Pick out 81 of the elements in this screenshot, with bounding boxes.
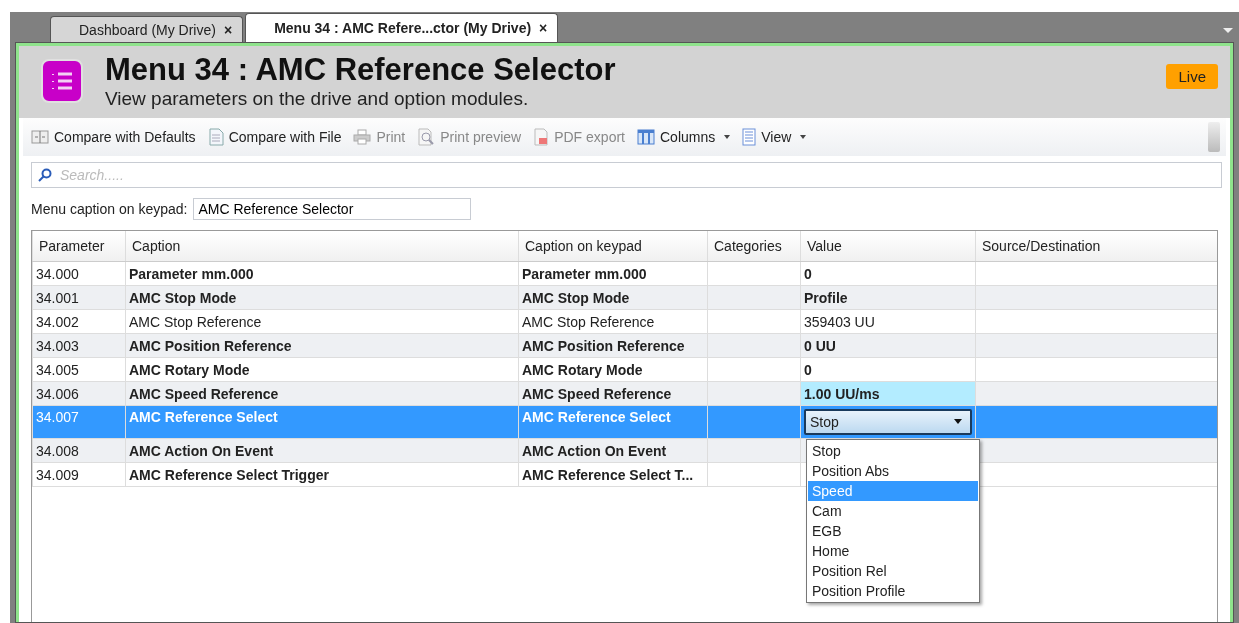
dropdown-option[interactable]: Stop: [808, 440, 978, 461]
page-subtitle: View parameters on the drive and option modules.: [105, 88, 530, 110]
dropdown-option[interactable]: Cam: [808, 500, 978, 521]
column-header[interactable]: Caption: [125, 231, 518, 261]
table-row[interactable]: 34.006 AMC Speed Reference AMC Speed Reference 1.00 UU/ms: [32, 382, 1217, 406]
pdf-file-icon: [533, 128, 550, 146]
table-cell: Parameter mm.000: [522, 265, 647, 282]
table-cell: AMC Reference Select Trigger: [129, 466, 329, 483]
column-header[interactable]: Caption on keypad: [518, 231, 707, 261]
column-header[interactable]: Categories: [707, 231, 800, 261]
table-cell: 34.001: [36, 289, 79, 306]
close-icon[interactable]: ×: [223, 21, 233, 38]
table-cell: AMC Action On Event: [129, 442, 274, 459]
table-cell: Profile: [804, 289, 848, 306]
table-cell: Parameter mm.000: [129, 265, 254, 282]
table-row[interactable]: 34.003 AMC Position Reference AMC Position Reference 0 UU: [32, 334, 1217, 358]
table-cell: 34.008: [36, 442, 79, 459]
column-header[interactable]: Value: [800, 231, 975, 261]
table-cell: AMC Stop Mode: [129, 289, 237, 306]
table-cell: 34.006: [36, 385, 79, 402]
dropdown-option[interactable]: Position Rel: [808, 560, 978, 581]
column-header[interactable]: Source/Destination: [975, 231, 1217, 261]
table-cell: AMC Stop Mode: [522, 289, 630, 306]
caret-icon: [800, 135, 807, 139]
page-title: Menu 34 : AMC Reference Selector: [105, 52, 617, 88]
caret-icon: [954, 419, 962, 424]
list-view-icon: [742, 128, 757, 146]
toolbar-button[interactable]: View: [740, 126, 809, 148]
document-icon: [207, 128, 224, 146]
table-cell: AMC Stop Reference: [129, 313, 262, 330]
live-badge: Live: [1166, 64, 1218, 89]
compare-icon: [31, 130, 49, 144]
search-icon: [38, 168, 52, 182]
table-cell: 34.007: [36, 409, 79, 425]
table-cell: 0: [804, 361, 812, 378]
dropdown-option[interactable]: Position Abs: [808, 460, 978, 481]
value-editor[interactable]: 1.00 UU/ms: [801, 382, 975, 405]
dropdown-option[interactable]: Home: [808, 540, 978, 561]
table-cell: AMC Reference Select T...: [522, 466, 694, 483]
toolbar-button[interactable]: Compare with Defaults: [29, 127, 198, 147]
caret-icon[interactable]: [1223, 28, 1233, 33]
close-icon[interactable]: ×: [539, 20, 548, 36]
toolbar-button[interactable]: Columns: [635, 127, 733, 147]
search-input[interactable]: Search.....: [58, 166, 1215, 184]
dropdown-option[interactable]: EGB: [808, 520, 978, 541]
table-row[interactable]: 34.001 AMC Stop Mode AMC Stop Mode Profile: [32, 286, 1217, 310]
document-tab[interactable]: Dashboard (My Drive) ×: [50, 16, 244, 42]
table-cell: 0 UU: [804, 337, 836, 354]
printer-icon: [353, 129, 372, 145]
table-cell: 0: [804, 265, 812, 282]
column-header[interactable]: Parameter: [32, 231, 125, 261]
table-cell: AMC Action On Event: [522, 442, 667, 459]
table-cell: 34.000: [36, 265, 79, 282]
field-label: Menu caption on keypad:: [31, 201, 188, 217]
table-cell: 34.003: [36, 337, 79, 354]
toolbar-grip[interactable]: [1208, 122, 1220, 152]
table-row[interactable]: 34.002 AMC Stop Reference AMC Stop Reference 359403 UU: [32, 310, 1217, 334]
keypad-caption-field[interactable]: AMC Reference Selector: [193, 198, 472, 220]
table-cell: AMC Position Reference: [522, 337, 685, 354]
dropdown-option[interactable]: Position Profile: [808, 580, 978, 601]
table-cell: AMC Speed Reference: [522, 385, 672, 402]
document-tab[interactable]: Menu 34 : AMC Refere...ctor (My Drive) ×: [245, 13, 559, 42]
table-cell: 359403 UU: [804, 313, 875, 330]
table-cell: AMC Stop Reference: [522, 313, 655, 330]
table-cell: AMC Reference Select: [129, 409, 278, 425]
table-row[interactable]: 34.005 AMC Rotary Mode AMC Rotary Mode 0: [32, 358, 1217, 382]
table-cell: 34.005: [36, 361, 79, 378]
preview-icon: [417, 128, 436, 146]
table-cell: AMC Position Reference: [129, 337, 292, 354]
menu-list-icon: [41, 58, 83, 104]
toolbar-button[interactable]: Compare with File: [205, 126, 344, 148]
columns-icon: [637, 129, 655, 145]
table-cell: AMC Reference Select: [522, 409, 671, 425]
table-cell: AMC Rotary Mode: [522, 361, 643, 378]
table-row[interactable]: 34.000 Parameter mm.000 Parameter mm.000 0: [32, 262, 1217, 286]
table-cell: AMC Rotary Mode: [129, 361, 250, 378]
table-cell: AMC Speed Reference: [129, 385, 279, 402]
search-field[interactable]: Search.....: [31, 162, 1222, 188]
table-cell: 34.009: [36, 466, 79, 483]
table-cell: 34.002: [36, 313, 79, 330]
caret-icon: [724, 135, 731, 139]
